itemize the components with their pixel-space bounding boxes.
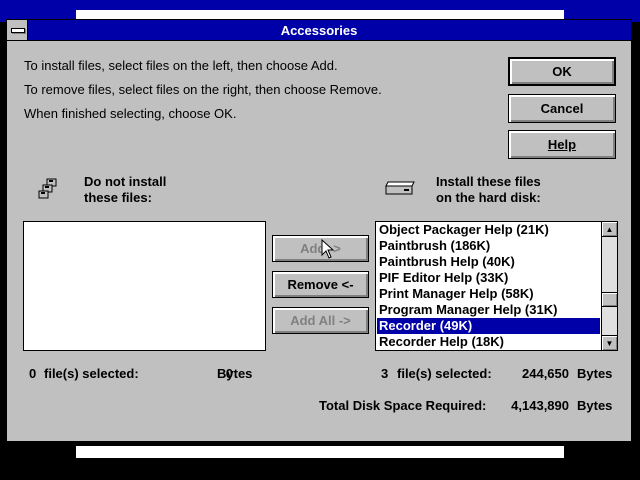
- left-selected-label: file(s) selected:: [44, 366, 139, 381]
- instruction-remove: To remove files, select files on the rig…: [24, 82, 382, 97]
- right-label-line2: on the hard disk:: [436, 190, 541, 205]
- left-panel-label: Do not install these files:: [84, 174, 166, 206]
- right-label-line1: Install these files: [436, 174, 541, 189]
- list-item[interactable]: Recorder Help (18K): [377, 334, 600, 350]
- right-panel-label: Install these files on the hard disk:: [436, 174, 541, 206]
- scroll-up-icon[interactable]: ▲: [602, 222, 617, 237]
- list-item-selected[interactable]: Recorder (49K): [377, 318, 600, 334]
- help-button-label: Help: [547, 137, 577, 152]
- cancel-button[interactable]: Cancel: [508, 94, 616, 123]
- list-item[interactable]: Paintbrush Help (40K): [377, 254, 600, 270]
- list-item[interactable]: Print Manager Help (58K): [377, 286, 600, 302]
- help-button[interactable]: Help: [508, 130, 616, 159]
- right-bytes-value: 244,650: [522, 366, 569, 381]
- mouse-pointer-icon: [321, 238, 335, 259]
- add-all-button[interactable]: Add All ->: [272, 307, 369, 334]
- ok-button[interactable]: OK: [508, 57, 616, 86]
- background-window-bottom: [76, 446, 564, 458]
- hard-disk-icon: [384, 180, 416, 196]
- total-space-value: 4,143,890: [511, 398, 569, 413]
- vertical-scrollbar[interactable]: ▲ ▼: [601, 222, 617, 350]
- list-item[interactable]: PIF Editor Help (33K): [377, 270, 600, 286]
- accessories-dialog: Accessories To install files, select fil…: [6, 19, 632, 442]
- floppy-files-icon: [38, 178, 62, 200]
- right-selected-label: file(s) selected:: [397, 366, 492, 381]
- scroll-thumb[interactable]: [602, 292, 617, 307]
- remove-button[interactable]: Remove <-: [272, 271, 369, 298]
- title-bar: Accessories: [7, 20, 631, 41]
- dialog-title: Accessories: [280, 23, 358, 38]
- instruction-add: To install files, select files on the le…: [24, 58, 338, 73]
- left-label-line2: these files:: [84, 190, 152, 205]
- scroll-down-icon[interactable]: ▼: [602, 335, 617, 350]
- list-item[interactable]: Program Manager Help (31K): [377, 302, 600, 318]
- total-space-label: Total Disk Space Required:: [319, 398, 487, 413]
- left-bytes-label: Bytes: [217, 366, 253, 381]
- left-label-line1: Do not install: [84, 174, 167, 189]
- install-list-items: Object Packager Help (21K) Paintbrush (1…: [377, 222, 600, 350]
- instruction-finish: When finished selecting, choose OK.: [24, 106, 237, 121]
- right-bytes-label: Bytes: [577, 366, 613, 381]
- list-item[interactable]: Paintbrush (186K): [377, 238, 600, 254]
- left-selected-count: 0: [29, 366, 37, 381]
- list-item[interactable]: Object Packager Help (21K): [377, 222, 600, 238]
- do-not-install-listbox[interactable]: [23, 221, 266, 351]
- total-space-unit: Bytes: [577, 398, 613, 413]
- right-selected-count: 3: [381, 366, 389, 381]
- install-listbox[interactable]: Object Packager Help (21K) Paintbrush (1…: [375, 221, 618, 351]
